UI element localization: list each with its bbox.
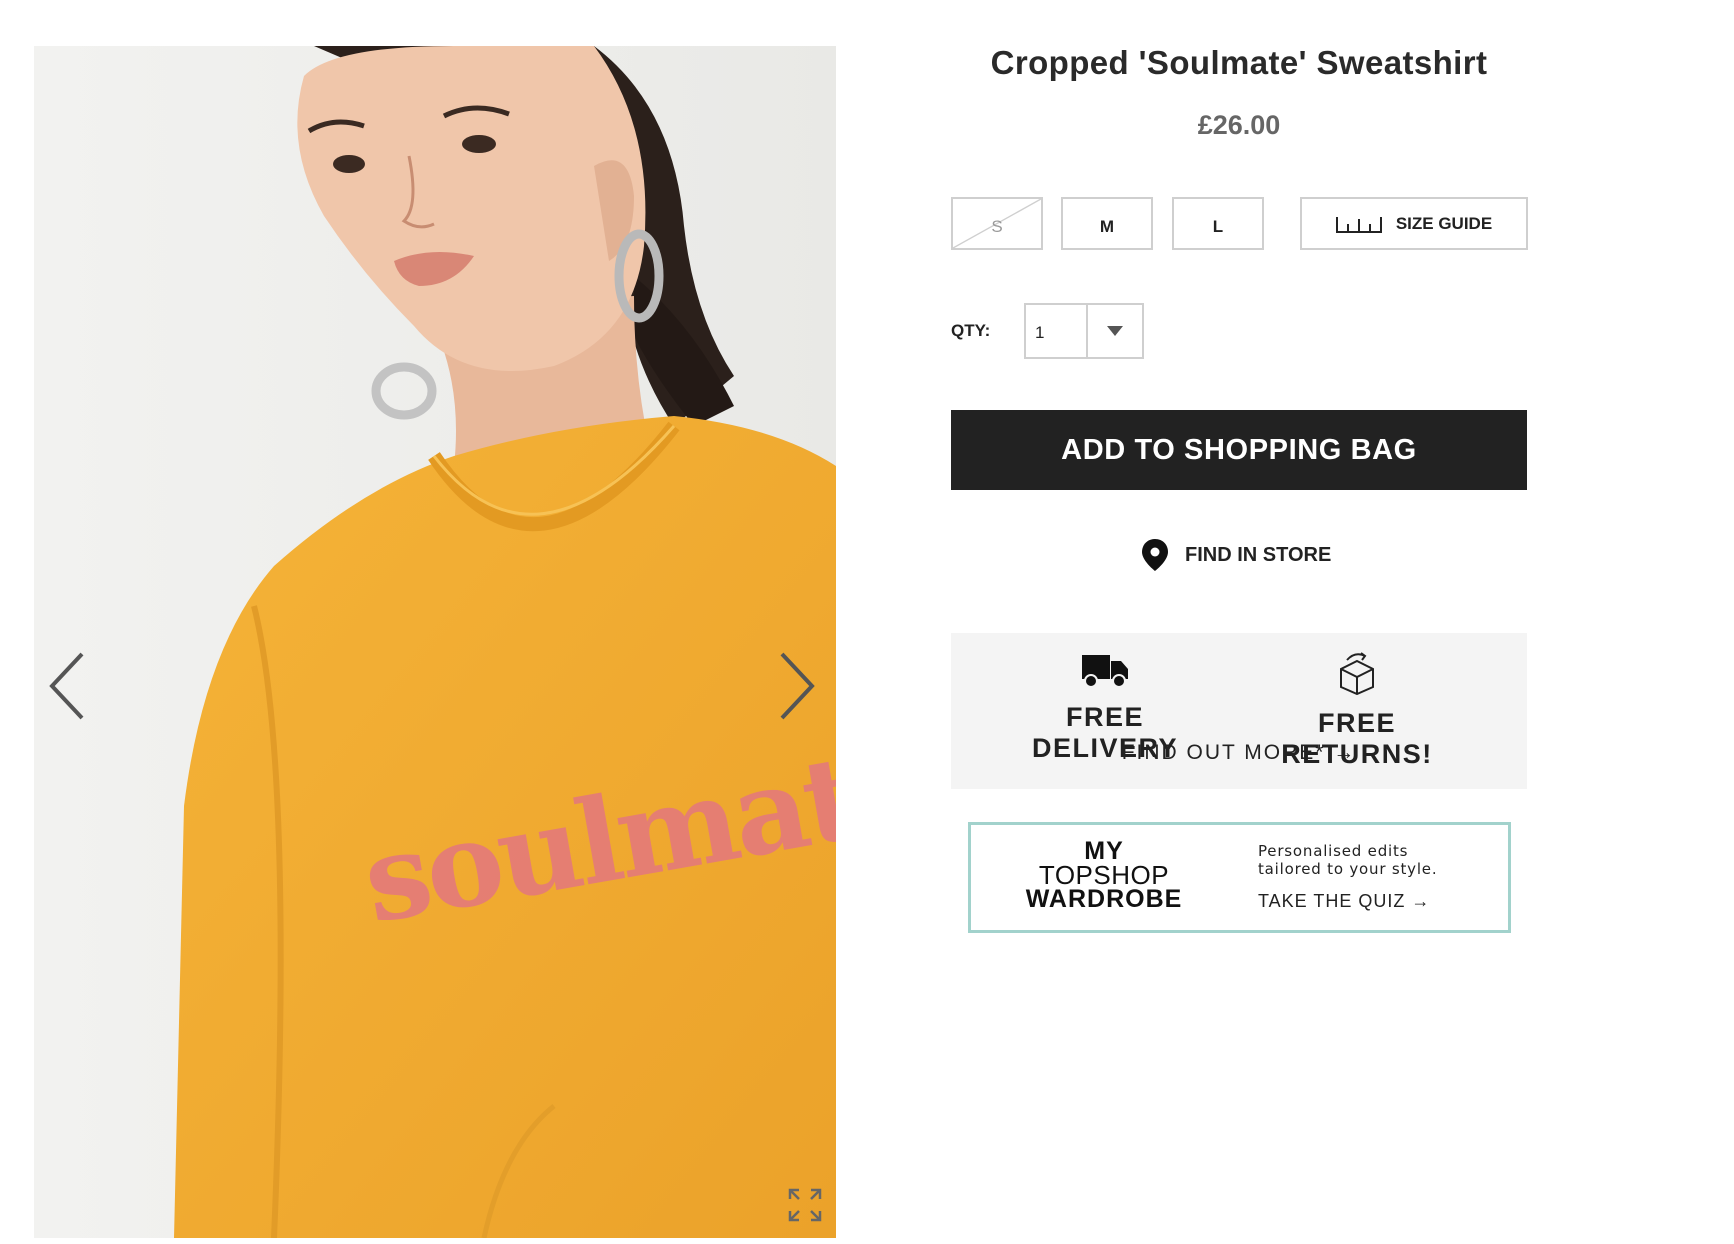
product-title: Cropped 'Soulmate' Sweatshirt [990,44,1488,81]
size-option-m[interactable]: M [1061,197,1153,250]
my-topshop-wardrobe-logo: MY TOPSHOP WARDROBE [1019,839,1189,913]
logo-line-wardrobe: WARDROBE [1025,885,1183,913]
size-option-l[interactable]: L [1172,197,1264,250]
previous-image-button[interactable] [44,646,94,726]
quantity-value: 1 [1026,305,1088,357]
size-guide-button[interactable]: SIZE GUIDE [1300,197,1528,250]
size-option-s[interactable]: S [951,197,1043,250]
caret-down-icon [1107,326,1123,336]
find-out-more-link[interactable]: FIND OUT MORE* → [951,741,1527,765]
product-photo [34,46,836,1238]
wardrobe-tagline: Personalised edits tailored to your styl… [1258,842,1498,878]
chevron-left-icon [49,652,84,720]
find-in-store-link[interactable]: FIND IN STORE [1141,538,1331,572]
box-icon [1340,652,1374,696]
add-to-bag-button[interactable]: ADD TO SHOPPING BAG [951,410,1527,490]
ruler-icon [1335,216,1382,233]
take-the-quiz-link[interactable]: TAKE THE QUIZ → [1258,891,1430,912]
size-label: L [1212,216,1224,236]
tagline-line-2: tailored to your style. [1258,860,1438,878]
quantity-label: QTY: [951,321,991,340]
product-image-gallery[interactable]: soulmate [34,46,836,1238]
map-pin-icon [1142,539,1168,571]
chevron-right-icon [780,652,815,720]
size-label: S [991,216,1003,236]
truck-icon [1082,655,1128,688]
delivery-returns-banner: FREE DELIVERY FREE RETURNS! FIND OUT MOR… [951,633,1527,789]
size-label: M [1099,216,1115,236]
size-guide-label: SIZE GUIDE [1395,213,1493,233]
expand-icon [788,1188,822,1222]
quantity-select[interactable]: 1 [1024,303,1144,359]
tagline-line-1: Personalised edits [1258,842,1409,860]
logo-line-topshop: TOPSHOP [1038,860,1170,890]
quantity-dropdown-toggle[interactable] [1088,305,1142,357]
product-price: £26.00 [1197,110,1281,140]
next-image-button[interactable] [774,646,824,726]
my-topshop-wardrobe-banner[interactable]: MY TOPSHOP WARDROBE Personalised edits t… [968,822,1511,933]
find-in-store-label: FIND IN STORE [1185,543,1332,566]
expand-image-button[interactable] [788,1188,822,1222]
